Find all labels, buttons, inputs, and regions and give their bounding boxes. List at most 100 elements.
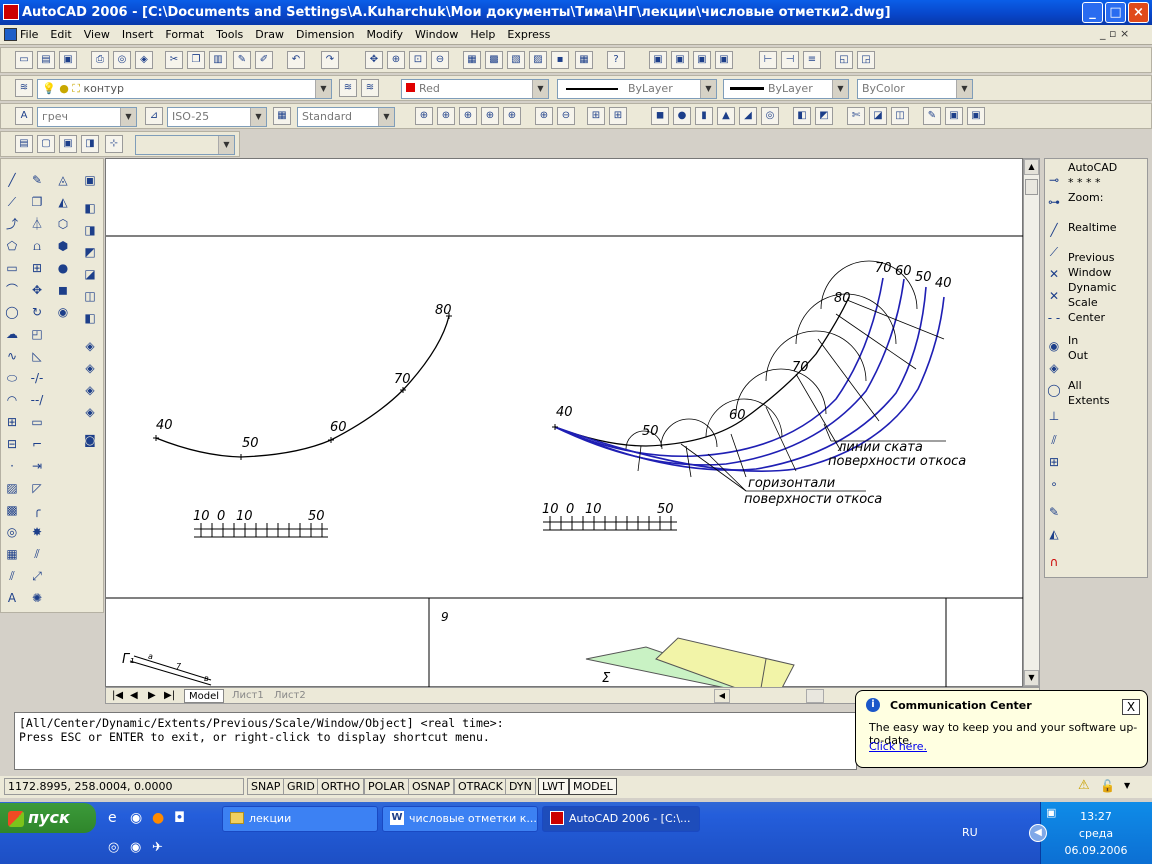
polyline-icon[interactable]: ⤴ (2, 214, 22, 234)
zoom-all-icon[interactable]: ⊞ (587, 107, 605, 125)
table-style-icon[interactable]: ▦ (273, 107, 291, 125)
zoom-option-dynamic[interactable]: Dynamic (1068, 280, 1150, 295)
task-folder[interactable]: лекции (222, 806, 378, 832)
undo-icon[interactable]: ↶ (287, 51, 305, 69)
tab-last-icon[interactable]: ▶| (160, 689, 179, 703)
layer-dropdown[interactable]: 💡 ● ⛶ контур ▼ (37, 79, 332, 99)
view-nw-icon[interactable]: ◈ (80, 402, 100, 422)
edit-solid-icon[interactable]: ✎ (923, 107, 941, 125)
chevron-down-icon[interactable]: ▼ (956, 80, 972, 98)
menu-express[interactable]: Express (501, 25, 556, 45)
box-icon[interactable]: ◼ (651, 107, 669, 125)
arc-icon[interactable]: ⌒ (2, 280, 22, 300)
3d-surface-icon[interactable]: ◭ (53, 192, 73, 212)
zoom-option-previous[interactable]: Previous (1068, 250, 1150, 265)
interfere-icon[interactable]: ◫ (891, 107, 909, 125)
lwt-button[interactable]: LWT (538, 778, 569, 795)
zoom-in-icon[interactable]: ⊕ (535, 107, 553, 125)
explode-icon[interactable]: ✸ (27, 522, 47, 542)
join-icon[interactable]: ⇥ (27, 456, 47, 476)
text-style-icon[interactable]: A (15, 107, 33, 125)
dim-style-icon[interactable]: ⊿ (145, 107, 163, 125)
view-back-icon[interactable]: ◧ (80, 308, 100, 328)
view-bottom-icon[interactable]: ◨ (80, 220, 100, 240)
new-icon[interactable]: ▭ (15, 51, 33, 69)
tab-sheet2[interactable]: Лист2 (270, 689, 310, 703)
plot-preview-icon[interactable]: ◎ (113, 51, 131, 69)
zoom-center-icon[interactable]: ⊕ (481, 107, 499, 125)
dim-style-dropdown[interactable]: ISO-25 ▼ (167, 107, 267, 127)
view-top-icon[interactable]: ◧ (80, 198, 100, 218)
menu-modify[interactable]: Modify (361, 25, 409, 45)
chevron-down-icon[interactable]: ▼ (250, 108, 266, 126)
extend-icon[interactable]: --/ (27, 390, 47, 410)
insert-block-icon[interactable]: ⊞ (2, 412, 22, 432)
view-ne-icon[interactable]: ◈ (80, 380, 100, 400)
zoom-option-extents[interactable]: Extents (1068, 393, 1150, 408)
plot-icon[interactable]: ⎙ (91, 51, 109, 69)
mtext-hatch-icon[interactable]: ⫽ (2, 566, 22, 586)
wedge-icon[interactable]: ◢ (739, 107, 757, 125)
quicklaunch-3-icon[interactable]: ✈ (152, 840, 168, 856)
chevron-down-icon[interactable]: ▼ (315, 80, 331, 98)
3d-box-outline-icon[interactable]: ⬡ (53, 214, 73, 234)
menu-draw[interactable]: Draw (249, 25, 290, 45)
scroll-down-arrow-icon[interactable]: ▼ (1024, 670, 1039, 686)
view-sw-icon[interactable]: ◈ (80, 336, 100, 356)
construction-line-icon[interactable]: ⟋ (2, 192, 22, 212)
chevron-down-icon[interactable]: ▼ (532, 80, 548, 98)
line-icon[interactable]: ╱ (2, 170, 22, 190)
revolve-icon[interactable]: ◩ (815, 107, 833, 125)
zoom-object-icon[interactable]: ⊞ (1044, 452, 1064, 472)
match-properties-icon[interactable]: ✎ (233, 51, 251, 69)
zoom-dynamic-line-icon[interactable]: ⟋ (1044, 242, 1064, 262)
chevron-down-icon[interactable]: ▼ (378, 108, 394, 126)
balloon-close-button[interactable]: X (1122, 699, 1140, 715)
tab-next-icon[interactable]: ▶ (144, 689, 160, 703)
dyn-button[interactable]: DYN (505, 778, 536, 795)
hscroll-left-arrow-icon[interactable]: ◀ (714, 689, 730, 703)
scale-icon[interactable]: ◰ (27, 324, 47, 344)
open-icon[interactable]: ▤ (37, 51, 55, 69)
document-window-controls[interactable]: _ ▫ × (1100, 27, 1148, 43)
grid-button[interactable]: GRID (283, 778, 319, 795)
drawing-canvas[interactable]: 40 50 60 70 80 10 0 10 50 40 50 60 70 80… (105, 158, 1024, 689)
coordinates-display[interactable]: 1172.8995, 258.0004, 0.0000 (4, 778, 244, 795)
tab-model[interactable]: Model (184, 689, 225, 703)
3d-box-solid-icon[interactable]: ⬢ (53, 236, 73, 256)
document-icon[interactable] (4, 28, 17, 41)
rectangle-icon[interactable]: ▭ (2, 258, 22, 278)
zoom-option-out[interactable]: Out (1068, 348, 1150, 363)
view-right-icon[interactable]: ◪ (80, 264, 100, 284)
quicklaunch-1-icon[interactable]: ◎ (108, 840, 124, 856)
scroll-up-arrow-icon[interactable]: ▲ (1024, 159, 1039, 175)
make-block-icon[interactable]: ⊟ (2, 434, 22, 454)
balloon-link[interactable]: Click here. (869, 740, 927, 753)
chevron-down-icon[interactable]: ▼ (218, 136, 234, 154)
revcloud-icon[interactable]: ☁ (2, 324, 22, 344)
close-button[interactable]: × (1128, 2, 1149, 23)
section-icon[interactable]: ◪ (869, 107, 887, 125)
explode-alt-icon[interactable]: ✺ (27, 588, 47, 608)
fillet-icon[interactable]: ╭ (27, 500, 47, 520)
zoom-out-icon[interactable]: ◈ (1044, 358, 1064, 378)
spline-icon[interactable]: ∿ (2, 346, 22, 366)
zoom-window-icon[interactable]: ⊕ (415, 107, 433, 125)
zoom-dynamic-icon[interactable]: ⊕ (437, 107, 455, 125)
zoom-option-realtime[interactable]: Realtime (1068, 220, 1150, 235)
dimension-continue-icon[interactable]: ≡ (803, 51, 821, 69)
autocad-app-icon[interactable] (3, 4, 19, 20)
sphere-icon[interactable]: ● (673, 107, 691, 125)
opera-icon[interactable]: ◉ (130, 810, 146, 826)
polygon-icon[interactable]: ⬠ (2, 236, 22, 256)
zoom-option-in[interactable]: In (1068, 333, 1150, 348)
mirror-icon[interactable]: ⏃ (27, 214, 47, 234)
viewport-clip-icon[interactable]: ⊹ (105, 135, 123, 153)
move-icon[interactable]: ✥ (27, 280, 47, 300)
zoom-pan-icon[interactable]: ⊶ (1044, 192, 1064, 212)
chevron-down-icon[interactable]: ▼ (832, 80, 848, 98)
calculator-icon[interactable]: ▦ (575, 51, 593, 69)
zoom-previous-icon[interactable]: ✕ (1044, 264, 1064, 284)
named-views-icon[interactable]: ▤ (15, 135, 33, 153)
erase-icon[interactable]: ✎ (27, 170, 47, 190)
